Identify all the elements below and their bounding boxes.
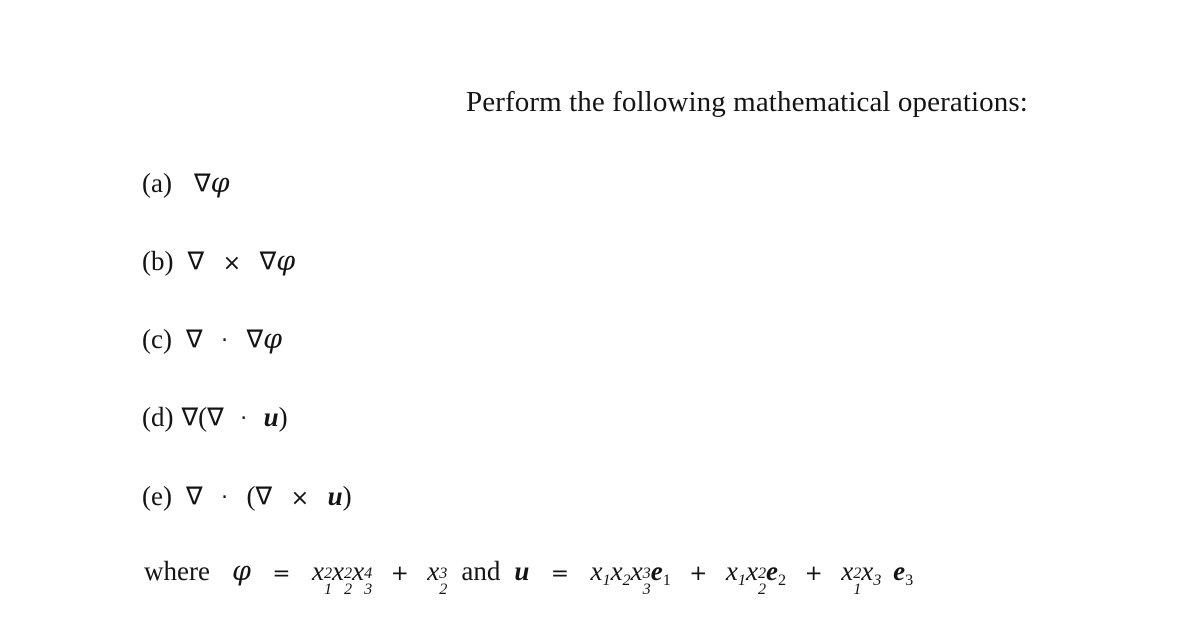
superscript: 2 xyxy=(853,564,862,583)
equals-sign: = xyxy=(272,561,291,586)
u-definition: u = x1x2x 3 3 e1 + x1x 2 2 e2 + x 2 1 x3 e3 xyxy=(514,556,914,598)
plus-sign: + xyxy=(689,561,708,586)
definitions-line: where φ = x21x22x43 + x32 and u = x1x2x 3… xyxy=(144,556,914,598)
basis-vector-e: e xyxy=(893,556,906,586)
nabla-icon: ∇ xyxy=(181,402,199,432)
nabla-icon: ∇ xyxy=(255,481,273,511)
subscript: 2 xyxy=(344,580,353,599)
left-paren: ( xyxy=(246,481,256,511)
x1-sub-sup: 21 xyxy=(853,564,862,598)
x-symbol: x xyxy=(590,556,603,586)
basis-vector-e: e xyxy=(766,556,779,586)
item-label-d: (d) xyxy=(142,402,174,432)
subscript: 2 xyxy=(622,570,631,589)
superscript: 3 xyxy=(439,564,448,583)
superscript: 2 xyxy=(323,564,333,583)
operation-item-d: (d) ∇(∇ · u) xyxy=(142,404,288,431)
cross-product-icon: × xyxy=(222,250,242,276)
dot-product-icon: · xyxy=(221,485,228,510)
subscript: 2 xyxy=(439,580,448,599)
x-symbol: x xyxy=(861,556,874,586)
operation-item-e: (e) ∇ · (∇ × u) xyxy=(142,483,352,510)
cross-product-icon: × xyxy=(290,485,310,511)
subscript: 3 xyxy=(873,570,882,589)
item-expression-d: ∇(∇ · u) xyxy=(181,404,287,431)
vector-u-symbol: u xyxy=(263,402,279,432)
subscript: 2 xyxy=(757,580,767,599)
x-symbol: x xyxy=(332,556,345,586)
x2-sub-sup: 22 xyxy=(757,564,767,598)
subscript: 1 xyxy=(602,570,611,589)
item-expression-a: ∇φ xyxy=(194,170,230,197)
operation-item-c: (c) ∇ · ∇φ xyxy=(142,324,282,354)
vector-u-symbol: u xyxy=(514,556,530,586)
x1-sub-sup: 21 xyxy=(323,564,333,598)
item-label-b: (b) xyxy=(142,246,174,276)
varphi-symbol: φ xyxy=(263,324,282,355)
item-label-e: (e) xyxy=(142,481,172,511)
equals-sign: = xyxy=(550,561,569,586)
nabla-icon: ∇ xyxy=(187,246,205,276)
dot-product-icon: · xyxy=(240,406,248,431)
where-label: where xyxy=(144,556,210,586)
page-title: Perform the following mathematical opera… xyxy=(466,86,1028,118)
x-symbol: x xyxy=(352,556,365,586)
item-expression-e: ∇ · (∇ × u) xyxy=(186,483,352,510)
and-label: and xyxy=(461,556,501,586)
item-expression-c: ∇ · ∇φ xyxy=(186,326,282,353)
x2-sub-sup: 32 xyxy=(439,564,448,598)
nabla-icon: ∇ xyxy=(185,481,203,511)
nabla-icon: ∇ xyxy=(185,324,203,354)
dot-product-icon: · xyxy=(221,328,228,353)
superscript: 4 xyxy=(364,564,373,583)
subscript: 3 xyxy=(642,580,651,599)
right-paren: ) xyxy=(342,481,352,511)
item-label-c: (c) xyxy=(142,324,172,354)
subscript: 3 xyxy=(364,580,373,599)
item-expression-b: ∇ × ∇φ xyxy=(187,248,295,275)
varphi-symbol: φ xyxy=(210,168,230,199)
nabla-icon: ∇ xyxy=(259,246,277,276)
item-label-a: (a) xyxy=(142,168,172,198)
operation-item-a: (a) ∇φ xyxy=(142,168,230,198)
x-symbol: x xyxy=(725,556,738,586)
nabla-icon: ∇ xyxy=(246,324,264,354)
subscript: 1 xyxy=(737,570,746,589)
plus-sign: + xyxy=(390,561,409,586)
superscript: 2 xyxy=(344,564,353,583)
basis-vector-e: e xyxy=(650,556,663,586)
x-symbol: x xyxy=(745,556,758,586)
x3-sub-sup: 43 xyxy=(364,564,373,598)
nabla-icon: ∇ xyxy=(207,402,224,432)
subscript: 1 xyxy=(323,580,333,599)
varphi-symbol: φ xyxy=(231,556,251,587)
document-page: Perform the following mathematical opera… xyxy=(0,0,1200,634)
nabla-icon: ∇ xyxy=(193,168,211,198)
x-symbol: x xyxy=(427,556,440,586)
x-symbol: x xyxy=(610,556,623,586)
basis-subscript: 3 xyxy=(905,570,914,589)
phi-definition: φ = x21x22x43 + x32 xyxy=(231,556,448,598)
basis-subscript: 2 xyxy=(778,570,787,589)
superscript: 2 xyxy=(757,564,767,583)
x-symbol: x xyxy=(630,556,643,586)
x2-sub-sup: 22 xyxy=(344,564,353,598)
basis-subscript: 1 xyxy=(662,570,671,589)
vector-u-symbol: u xyxy=(327,481,343,511)
plus-sign: + xyxy=(804,561,823,586)
subscript: 1 xyxy=(853,580,862,599)
operation-item-b: (b) ∇ × ∇φ xyxy=(142,246,295,276)
varphi-symbol: φ xyxy=(276,246,296,277)
x-symbol: x xyxy=(311,556,324,586)
superscript: 3 xyxy=(642,564,651,583)
x3-sub-sup: 33 xyxy=(642,564,651,598)
left-paren: ( xyxy=(198,402,208,432)
x-symbol: x xyxy=(841,556,854,586)
right-paren: ) xyxy=(278,402,288,432)
